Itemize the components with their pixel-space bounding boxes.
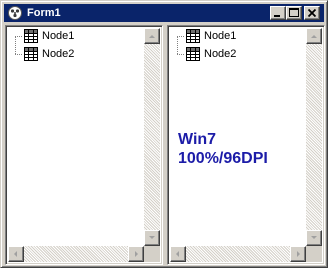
grid-table-icon — [186, 29, 200, 43]
scroll-left-button[interactable] — [8, 246, 24, 262]
tree-node-label: Node2 — [204, 48, 237, 60]
scroll-up-button[interactable] — [306, 28, 322, 44]
horizontal-scrollbar[interactable] — [8, 246, 144, 262]
app-icon[interactable] — [7, 5, 23, 21]
tree-connector-line — [177, 54, 184, 55]
scrollbar-corner — [144, 246, 160, 262]
dpi-note: Win7 100%/96DPI — [178, 130, 268, 168]
scroll-down-button[interactable] — [306, 230, 322, 246]
tree-connector-line — [15, 36, 22, 37]
vertical-scrollbar[interactable] — [144, 28, 160, 246]
tree-node-label: Node1 — [42, 30, 75, 42]
tree-connector-line — [15, 36, 16, 54]
title-bar[interactable]: Form1 — [4, 4, 324, 22]
scroll-left-button[interactable] — [170, 246, 186, 262]
tree-connector-line — [177, 36, 184, 37]
right-tree-view[interactable]: Node1 Node2 Win7 100%/96DPI — [167, 25, 325, 265]
dpi-note-line2: 100%/96DPI — [178, 150, 268, 167]
grid-table-icon — [24, 47, 38, 61]
vertical-scrollbar[interactable] — [306, 28, 322, 246]
dpi-note-line1: Win7 — [178, 131, 217, 148]
grid-table-icon — [186, 47, 200, 61]
close-button[interactable] — [304, 6, 320, 20]
tree-connector-line — [15, 54, 22, 55]
scroll-right-button[interactable] — [128, 246, 144, 262]
tree-connector-line — [177, 36, 178, 54]
scroll-down-button[interactable] — [144, 230, 160, 246]
grid-table-icon — [24, 29, 38, 43]
scroll-up-button[interactable] — [144, 28, 160, 44]
tree-node-label: Node2 — [42, 48, 75, 60]
horizontal-scrollbar[interactable] — [170, 246, 306, 262]
maximize-button[interactable] — [286, 6, 302, 20]
scroll-right-button[interactable] — [290, 246, 306, 262]
window-title: Form1 — [27, 7, 61, 19]
minimize-button[interactable] — [270, 6, 286, 20]
left-tree-view[interactable]: Node1 Node2 — [5, 25, 163, 265]
scrollbar-corner — [306, 246, 322, 262]
tree-node-label: Node1 — [204, 30, 237, 42]
form1-window: Form1 Node1 Node2 Node1 Node2 Win7 100%/… — [0, 0, 328, 268]
